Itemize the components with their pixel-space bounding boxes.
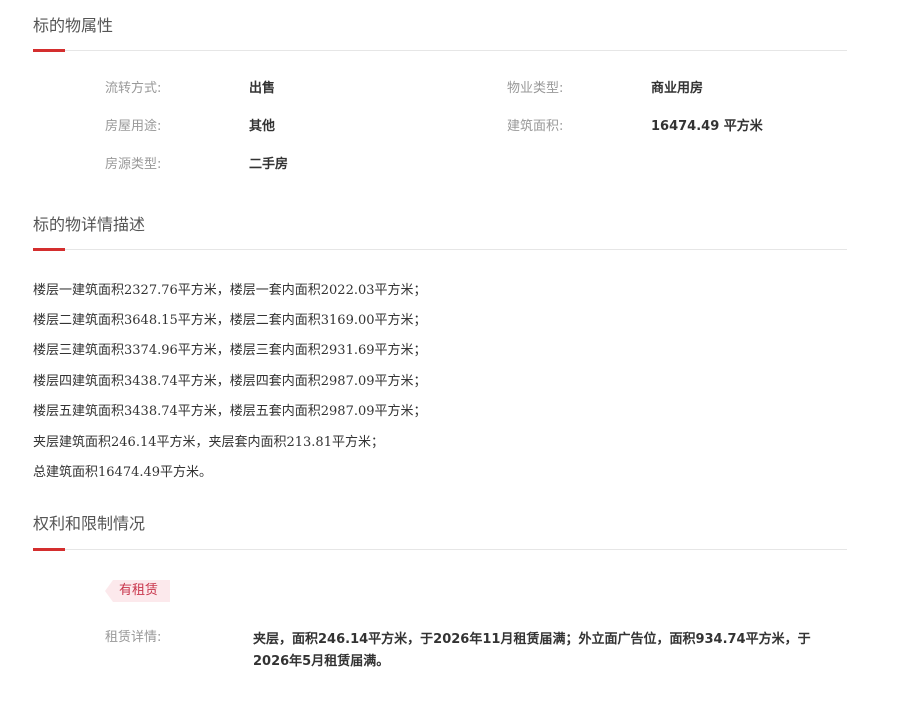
section-divider <box>33 50 847 51</box>
description-line: 楼层四建筑面积3438.74平方米，楼层四套内面积2987.09平方米； <box>33 374 427 389</box>
description-line: 楼层一建筑面积2327.76平方米，楼层一套内面积2022.03平方米； <box>33 283 427 298</box>
house-use-label: 房屋用途: <box>105 119 162 134</box>
section-accent-bar <box>33 49 65 52</box>
description-line: 总建筑面积16474.49平方米。 <box>33 465 213 480</box>
section-title: 标的物属性 <box>33 16 114 35</box>
section-header-attributes: 标的物属性 <box>33 16 847 52</box>
property-type-label: 物业类型: <box>507 81 564 96</box>
lease-detail-label: 租赁详情: <box>105 630 162 645</box>
transfer-method-label: 流转方式: <box>105 81 162 96</box>
description-line: 楼层五建筑面积3438.74平方米，楼层五套内面积2987.09平方米； <box>33 404 427 419</box>
lease-detail-text: 夹层，面积246.14平方米，于2026年11月租赁届满；外立面广告位，面积93… <box>253 632 811 669</box>
lease-status-badge: 有租赁 <box>105 580 171 602</box>
description-line: 楼层三建筑面积3374.96平方米，楼层三套内面积2931.69平方米； <box>33 343 427 358</box>
section-title: 标的物详情描述 <box>33 215 146 234</box>
source-type-value: 二手房 <box>249 157 289 172</box>
section-title: 权利和限制情况 <box>33 514 146 533</box>
section-accent-bar <box>33 548 65 551</box>
section-header-description: 标的物详情描述 <box>33 215 847 251</box>
description-line: 楼层二建筑面积3648.15平方米，楼层二套内面积3169.00平方米； <box>33 313 427 328</box>
section-accent-bar <box>33 248 65 251</box>
house-use-value: 其他 <box>249 119 276 134</box>
description-line: 夹层建筑面积246.14平方米，夹层套内面积213.81平方米； <box>33 435 384 450</box>
transfer-method-value: 出售 <box>249 81 276 96</box>
section-divider <box>33 549 847 550</box>
building-area-value: 16474.49 平方米 <box>651 119 763 134</box>
section-divider <box>33 249 847 250</box>
property-detail-page: 标的物属性 流转方式: 出售 物业类型: 商业用房 房屋用途: 其他 建筑面积:… <box>0 0 900 714</box>
building-area-label: 建筑面积: <box>507 119 564 134</box>
property-type-value: 商业用房 <box>651 81 704 96</box>
section-header-rights: 权利和限制情况 <box>33 514 847 551</box>
source-type-label: 房源类型: <box>105 157 162 172</box>
